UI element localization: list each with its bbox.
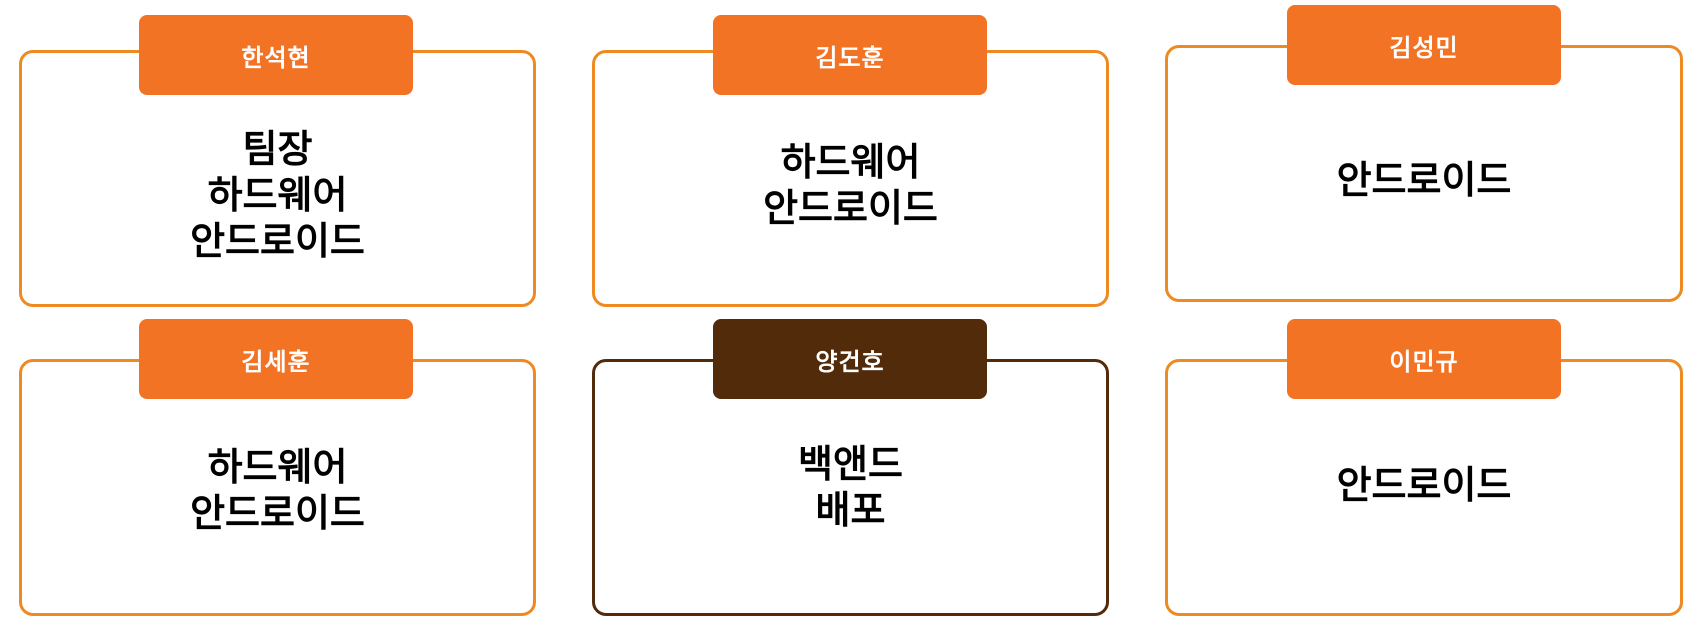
member-roles: 하드웨어 안드로이드	[592, 130, 1109, 240]
member-name-tag: 이민규	[1287, 319, 1561, 399]
role-label: 안드로이드	[190, 491, 365, 535]
member-roles: 안드로이드	[1165, 150, 1683, 210]
role-label: 팀장	[242, 127, 313, 171]
role-label: 백앤드	[798, 442, 903, 486]
member-roles: 안드로이드	[1165, 455, 1683, 515]
role-label: 안드로이드	[763, 186, 938, 230]
role-label: 안드로이드	[1336, 158, 1512, 202]
member-name-tag: 김성민	[1287, 5, 1561, 85]
role-label: 안드로이드	[1336, 463, 1512, 507]
role-label: 하드웨어	[780, 140, 921, 184]
member-roles: 팀장 하드웨어 안드로이드	[19, 120, 536, 270]
role-label: 배포	[815, 488, 886, 532]
role-label: 하드웨어	[207, 173, 348, 217]
member-name-tag: 양건호	[713, 319, 987, 399]
role-label: 하드웨어	[207, 445, 348, 489]
member-name-tag: 김도훈	[713, 15, 987, 95]
member-name-tag: 김세훈	[139, 319, 413, 399]
member-roles: 하드웨어 안드로이드	[19, 435, 536, 545]
member-name-tag: 한석현	[139, 15, 413, 95]
role-label: 안드로이드	[190, 219, 365, 263]
member-roles: 백앤드 배포	[592, 432, 1109, 542]
